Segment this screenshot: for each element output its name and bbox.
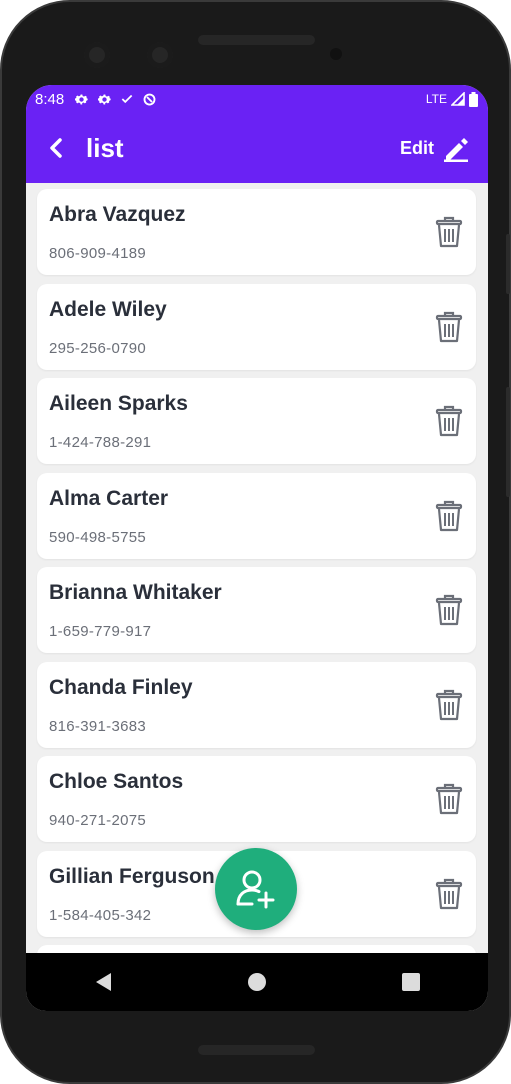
proximity-sensor	[330, 48, 342, 60]
contact-phone: 590-498-5755	[49, 528, 147, 546]
phone-frame: 8:48 LTE list Edit Abra Vazquez 806-909-…	[0, 0, 511, 1084]
contact-name: Gillian Ferguson	[49, 864, 215, 888]
trash-icon[interactable]	[434, 216, 464, 248]
contact-phone: 806-909-4189	[49, 245, 147, 262]
sync-icon	[143, 93, 156, 105]
page-title: list	[86, 132, 124, 163]
contact-phone: 1-584-405-342	[49, 906, 152, 924]
contact-name: Brianna Whitaker	[49, 581, 222, 604]
chevron-left-icon	[50, 138, 62, 158]
contact-phone: 940-271-2075	[49, 812, 147, 829]
trash-icon[interactable]	[434, 689, 464, 721]
triangle-back-icon	[96, 973, 111, 991]
add-person-icon	[236, 870, 275, 909]
trash-icon[interactable]	[434, 783, 464, 815]
trash-icon[interactable]	[434, 594, 464, 626]
status-right: LTE	[426, 85, 478, 113]
nav-recents-button[interactable]	[381, 959, 441, 1005]
contact-name: Chloe Santos	[49, 770, 184, 793]
contact-name: Chanda Finley	[49, 675, 193, 699]
add-contact-button[interactable]	[215, 848, 297, 930]
front-camera-secondary	[147, 42, 173, 68]
edit-label: Edit	[400, 137, 434, 158]
contact-phone: 1-424-788-291	[49, 434, 152, 451]
contact-name: Abra Vazquez	[49, 203, 186, 226]
trash-icon[interactable]	[434, 405, 464, 437]
contact-phone: 1-659-779-917	[49, 623, 152, 640]
contact-card[interactable]: Chanda Finley 816-391-3683	[37, 661, 476, 748]
status-time: 8:48	[35, 90, 65, 108]
contact-phone: 816-391-3683	[49, 717, 147, 735]
contact-phone: 295-256-0790	[49, 339, 147, 357]
contact-card[interactable]: Alma Carter 590-498-5755	[37, 472, 476, 559]
contact-list[interactable]: Abra Vazquez 806-909-4189 Adele Wiley 295-2…	[26, 183, 488, 953]
app-bar: list Edit	[26, 113, 488, 183]
signal-icon	[451, 92, 465, 106]
screen: 8:48 LTE list Edit Abra Vazquez 806-909-…	[26, 85, 488, 1011]
battery-icon	[469, 91, 478, 107]
contact-card[interactable]: Adele Wiley 295-256-0790	[37, 283, 476, 370]
edit-button[interactable]: Edit	[400, 127, 470, 169]
pencil-icon	[444, 138, 468, 162]
check-icon	[121, 94, 133, 104]
nav-back-button[interactable]	[73, 959, 133, 1005]
nav-home-button[interactable]	[227, 959, 287, 1005]
gear-icon	[98, 94, 112, 104]
system-navigation-bar	[26, 953, 488, 1011]
back-button[interactable]	[34, 126, 78, 170]
front-camera	[84, 42, 110, 68]
square-recents-icon	[402, 973, 420, 991]
contact-card[interactable]	[37, 945, 476, 953]
trash-icon[interactable]	[434, 311, 464, 343]
volume-button	[506, 387, 510, 497]
contact-name: Alma Carter	[49, 486, 169, 510]
contact-card[interactable]: Chloe Santos 940-271-2075	[37, 756, 476, 842]
status-bar: 8:48 LTE	[26, 85, 488, 113]
earpiece-speaker	[198, 35, 315, 45]
circle-home-icon	[248, 973, 266, 991]
contact-card[interactable]: Aileen Sparks 1-424-788-291	[37, 378, 476, 464]
network-type: LTE	[425, 92, 447, 106]
notification-icons	[74, 92, 157, 107]
contact-name: Aileen Sparks	[49, 392, 188, 415]
power-button	[506, 234, 510, 294]
contact-card[interactable]: Abra Vazquez 806-909-4189	[37, 189, 476, 275]
contact-name: Adele Wiley	[49, 297, 167, 321]
bottom-speaker	[198, 1045, 315, 1055]
trash-icon[interactable]	[434, 878, 464, 910]
gear-icon	[75, 94, 89, 104]
trash-icon[interactable]	[434, 500, 464, 532]
contact-card[interactable]: Brianna Whitaker 1-659-779-917	[37, 567, 476, 653]
